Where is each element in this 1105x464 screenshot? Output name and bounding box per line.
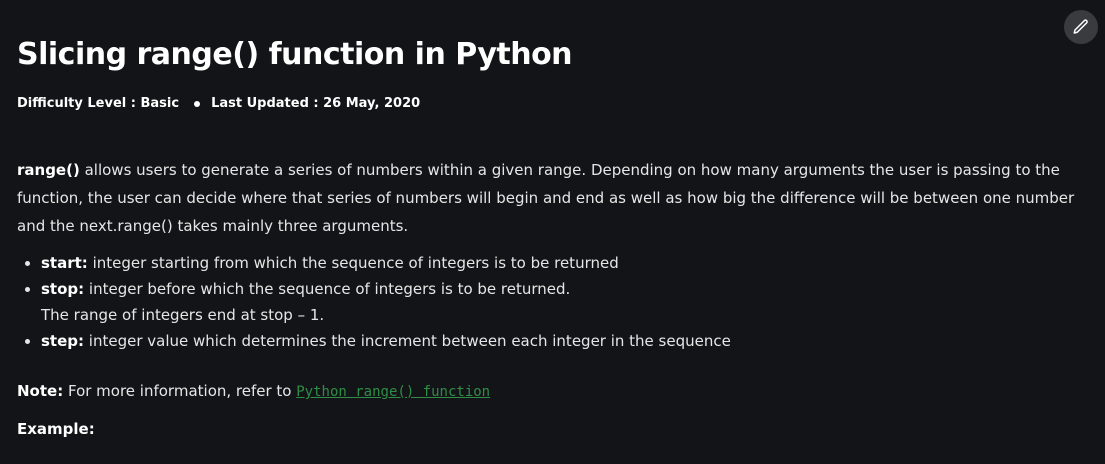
note-text: For more information, refer to	[63, 382, 297, 400]
article-meta: Difficulty Level : Basic Last Updated : …	[17, 94, 420, 114]
argument-desc: integer starting from which the sequence…	[87, 254, 619, 272]
difficulty-level: Difficulty Level : Basic	[17, 96, 180, 111]
intro-paragraph: range() allows users to generate a serie…	[17, 156, 1077, 240]
pencil-icon	[1073, 19, 1088, 34]
python-range-link[interactable]: Python range() function	[296, 384, 490, 400]
note-paragraph: Note: For more information, refer to Pyt…	[17, 378, 490, 405]
list-item-stop: stop: integer before which the sequence …	[41, 276, 731, 328]
example-heading: Example:	[17, 420, 95, 438]
argument-name: stop:	[41, 280, 85, 298]
arguments-list: start: integer starting from which the s…	[17, 250, 731, 354]
separator-dot	[194, 101, 201, 107]
argument-desc: integer value which determines the incre…	[84, 332, 731, 350]
argument-name: start:	[41, 254, 88, 272]
edit-button[interactable]	[1064, 10, 1098, 44]
page-title: Slicing range() function in Python	[17, 37, 573, 72]
intro-term: range()	[17, 161, 80, 179]
list-item-step: step: integer value which determines the…	[41, 328, 731, 354]
argument-desc: integer before which the sequence of int…	[84, 280, 571, 298]
article-page: Slicing range() function in Python Diffi…	[0, 0, 1105, 464]
list-item-start: start: integer starting from which the s…	[41, 250, 731, 276]
note-label: Note:	[17, 382, 64, 400]
argument-name: step:	[41, 332, 85, 350]
argument-extra: The range of integers end at stop – 1.	[41, 306, 325, 324]
last-updated: Last Updated : 26 May, 2020	[211, 96, 421, 111]
intro-text: allows users to generate a series of num…	[17, 161, 1075, 235]
